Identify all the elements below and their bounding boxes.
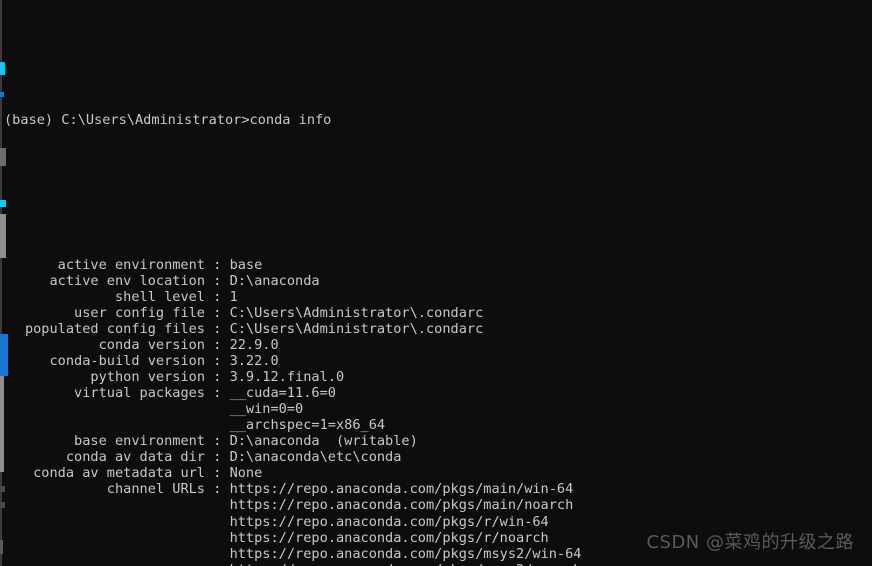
info-label: conda av metadata url [33,465,205,482]
info-separator: : [205,336,230,353]
info-separator [205,514,230,530]
info-row: channel URLs : https://repo.anaconda.com… [0,481,872,497]
info-row: conda-build version : 3.22.0 [0,353,872,369]
info-value: https://repo.anaconda.com/pkgs/msys2/noa… [230,562,582,566]
info-separator [205,417,230,433]
console-window[interactable]: (base) C:\Users\Administrator>conda info… [0,0,872,566]
info-row: conda av data dir : D:\anaconda\etc\cond… [0,449,872,465]
info-value: __cuda=11.6=0 [229,385,336,402]
info-value: 1 [229,288,238,305]
info-value: base [229,256,263,273]
terminal-output[interactable]: (base) C:\Users\Administrator>conda info… [0,0,872,566]
info-row: active environment : base [0,257,872,273]
info-separator: : [205,320,230,337]
info-value: D:\anaconda (writable) [229,433,418,450]
info-value: https://repo.anaconda.com/pkgs/main/noar… [229,497,574,514]
info-row: conda version : 22.9.0 [0,337,872,353]
info-row: python version : 3.9.12.final.0 [0,369,872,385]
info-row: populated config files : C:\Users\Admini… [0,321,872,337]
info-row: shell level : 1 [0,289,872,305]
info-separator: : [205,353,230,370]
info-row: user config file : C:\Users\Administrato… [0,305,872,321]
info-label: populated config files [24,320,205,337]
info-row: base environment : D:\anaconda (writable… [0,433,872,449]
info-separator: : [205,449,230,466]
info-row-continuation: https://repo.anaconda.com/pkgs/main/noar… [0,497,872,513]
info-label: active env location [49,272,206,289]
conda-info-entries: active environment : base active env loca… [0,257,872,566]
info-separator [205,562,230,566]
info-separator: : [205,369,230,386]
info-separator: : [205,288,230,305]
info-separator [205,546,230,562]
info-separator: : [205,481,230,498]
info-separator: : [205,256,230,273]
info-value: https://repo.anaconda.com/pkgs/r/noarch [229,529,549,546]
info-value: __archspec=1=x86_64 [229,417,386,434]
info-separator: : [205,304,230,321]
info-separator [205,401,230,417]
info-label: base environment [74,433,205,450]
info-separator: : [205,465,230,482]
info-label: user config file [74,304,205,321]
info-label: conda-build version [49,353,206,370]
info-label: channel URLs [106,481,205,498]
info-label: virtual packages [74,385,205,402]
info-label: python version [90,369,205,386]
command-prompt-line: (base) C:\Users\Administrator>conda info [4,112,332,129]
info-label: conda av data dir [65,449,205,466]
info-label: shell level [114,288,205,305]
info-separator: : [205,272,230,289]
info-row-continuation: __win=0=0 [0,401,872,417]
info-label: active environment [57,256,205,273]
csdn-watermark: CSDN @菜鸡的升级之路 [646,532,854,553]
info-value: 3.9.12.final.0 [229,369,345,386]
info-row: conda av metadata url : None [0,465,872,481]
info-value: C:\Users\Administrator\.condarc [229,304,484,321]
info-separator [205,497,230,513]
info-separator: : [205,433,230,450]
info-value: 3.22.0 [229,353,279,370]
info-row: active env location : D:\anaconda [0,273,872,289]
info-value: D:\anaconda [229,272,320,289]
info-value: C:\Users\Administrator\.condarc [229,320,484,337]
info-value: 22.9.0 [229,336,279,353]
info-value: https://repo.anaconda.com/pkgs/main/win-… [229,481,574,498]
info-value: https://repo.anaconda.com/pkgs/r/win-64 [229,513,549,530]
info-value: __win=0=0 [229,401,304,418]
info-row-continuation: https://repo.anaconda.com/pkgs/msys2/noa… [0,562,872,566]
info-separator [205,530,230,546]
info-value: None [229,465,263,482]
info-row-continuation: __archspec=1=x86_64 [0,417,872,433]
info-separator: : [205,385,230,402]
info-value: https://repo.anaconda.com/pkgs/msys2/win… [229,545,582,562]
info-row: virtual packages : __cuda=11.6=0 [0,385,872,401]
info-value: D:\anaconda\etc\conda [229,449,402,466]
info-label: conda version [98,336,205,353]
